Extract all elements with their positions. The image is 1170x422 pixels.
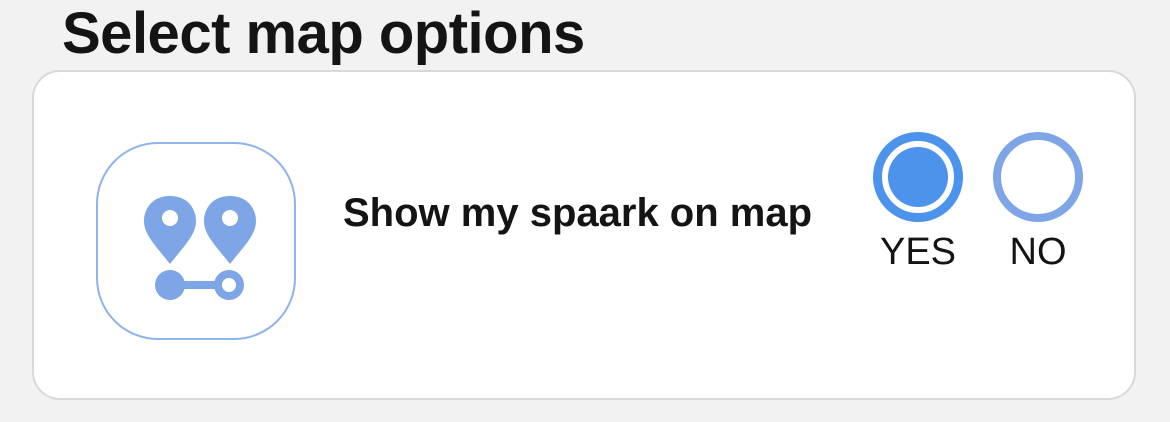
yes-radio-label[interactable]: YES bbox=[858, 230, 978, 274]
page-title: Select map options bbox=[62, 1, 585, 66]
show-on-map-label: Show my spaark on map bbox=[343, 191, 813, 235]
no-radio-button[interactable] bbox=[993, 132, 1083, 222]
no-radio-label[interactable]: NO bbox=[978, 230, 1098, 274]
map-route-pins-icon bbox=[96, 142, 296, 340]
yes-radio-button[interactable] bbox=[873, 132, 963, 222]
radio-selected-dot bbox=[888, 147, 948, 207]
